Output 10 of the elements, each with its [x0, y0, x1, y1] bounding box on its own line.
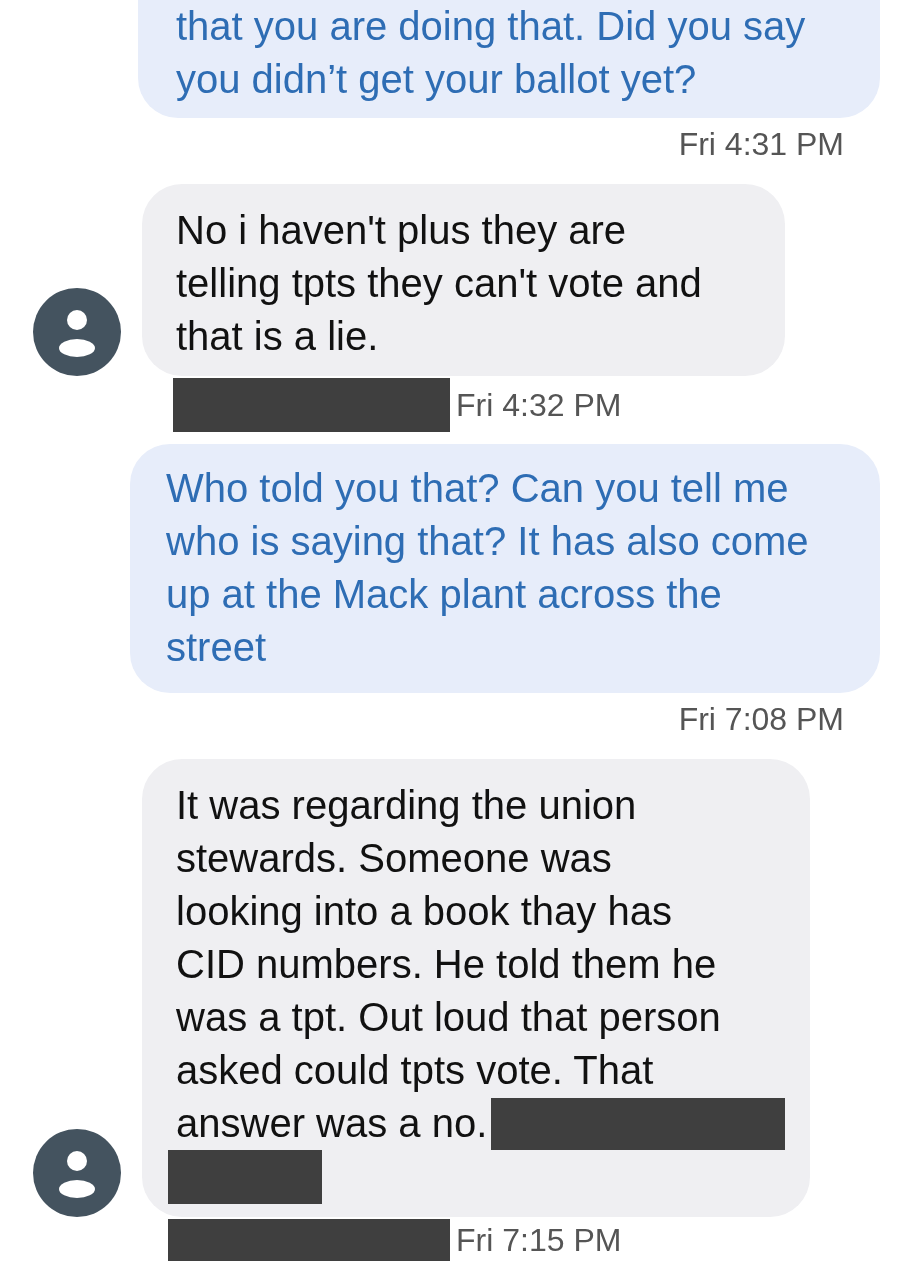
message-timestamp: Fri 4:31 PM [678, 126, 844, 162]
message-timestamp: Fri 4:32 PM [456, 387, 622, 423]
received-message-bubble: It was regarding the union stewards. Someone was looking into a book thay has CID numbers. He told them he was a tpt. Out loud that person asked could tpts vote. That answer was a no. [142, 759, 810, 1217]
avatar-icon [33, 288, 121, 376]
avatar-icon [33, 1129, 121, 1217]
received-message-bubble: No i haven't plus they are telling tpts they can't vote and that is a lie. [142, 184, 785, 376]
message-timestamp: Fri 7:08 PM [678, 701, 844, 737]
message-timestamp: Fri 7:15 PM [456, 1222, 622, 1258]
sent-message-bubble: Who told you that? Can you tell me who is saying that? It has also come up at the Mack plant across the street [130, 444, 880, 693]
sent-message-bubble: that you are doing that. Did you say you didn’t get your ballot yet? [138, 0, 880, 118]
